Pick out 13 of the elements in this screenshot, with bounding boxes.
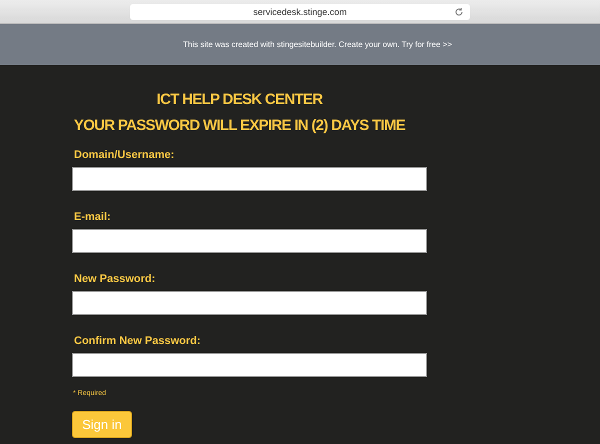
input-field[interactable] [72, 229, 427, 253]
page-subtitle: YOUR PASSWORD WILL EXPIRE IN (2) DAYS TIME [72, 116, 406, 136]
input-field[interactable] [72, 353, 427, 377]
field-label: Confirm New Password: [74, 335, 202, 348]
page-title: ICT HELP DESK CENTER [156, 90, 324, 110]
promo-link[interactable]: This site was created with stingesitebuilder. Create your own. Try for free >> [183, 40, 452, 49]
field-label: New Password: [74, 273, 156, 286]
input-field[interactable] [72, 167, 427, 191]
input-field[interactable] [72, 291, 427, 315]
reload-icon[interactable] [454, 6, 464, 16]
address-bar[interactable]: servicedesk.stinge.com [130, 4, 470, 20]
field-label: Domain/Username: [74, 149, 176, 162]
field-label: E-mail: [74, 211, 112, 224]
